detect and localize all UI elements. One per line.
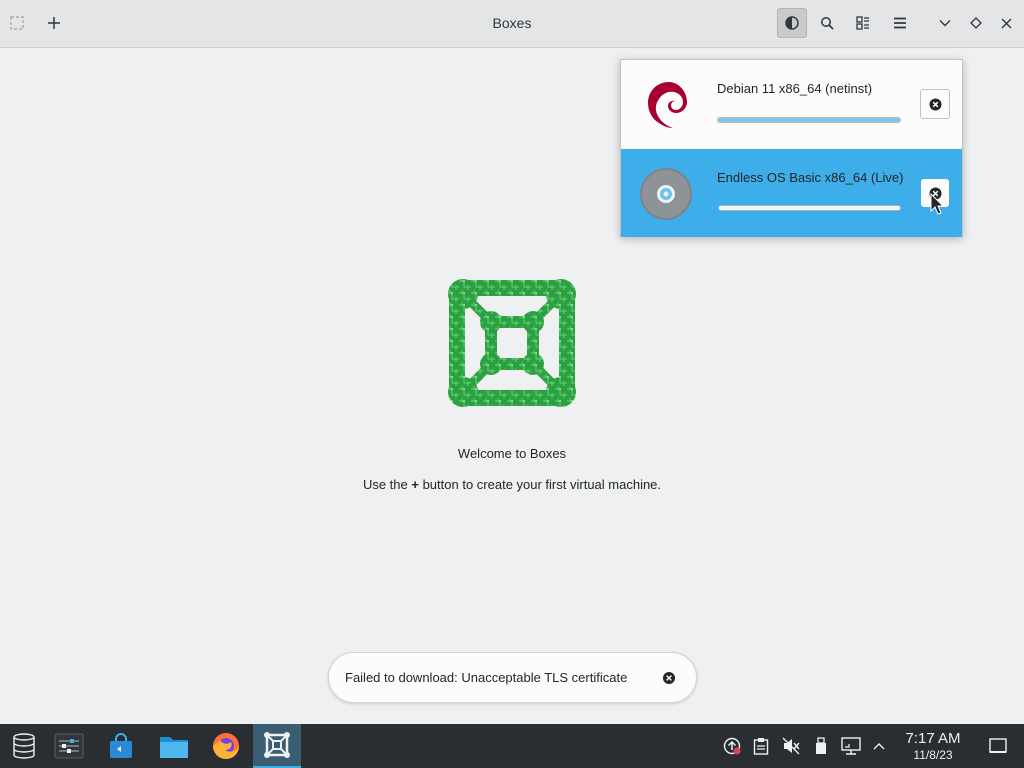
- digital-clock[interactable]: 7:17 AM 11/8/23: [894, 730, 972, 762]
- taskbar: 7:17 AM 11/8/23: [0, 724, 1024, 768]
- taskbar-boxes[interactable]: [253, 724, 301, 768]
- hint-plus-label: +: [411, 477, 419, 492]
- taskbar-file-manager[interactable]: [150, 724, 198, 768]
- main-menu-button[interactable]: [885, 8, 915, 38]
- tray-clipboard[interactable]: [751, 736, 771, 756]
- empty-state-hint: Use the + button to create your first vi…: [0, 477, 1024, 492]
- tray-volume[interactable]: [781, 736, 801, 756]
- boxes-logo-icon: [448, 279, 576, 407]
- hint-text-end: button to create your first virtual mach…: [418, 477, 662, 492]
- network-wired-icon: [841, 737, 861, 755]
- cancel-download-button[interactable]: [920, 89, 950, 119]
- view-mode-button[interactable]: [848, 8, 878, 38]
- settings-sliders-icon: [54, 733, 84, 759]
- downloads-popover: Debian 11 x86_64 (netinst) Endless OS Ba…: [620, 59, 963, 237]
- search-icon: [821, 17, 834, 30]
- select-mode-button[interactable]: [2, 8, 32, 38]
- download-progress-bar: [717, 117, 901, 123]
- download-name: Debian 11 x86_64 (netinst): [717, 81, 873, 96]
- download-progress-bar: [718, 205, 901, 211]
- error-toast: Failed to download: Unacceptable TLS cer…: [328, 652, 697, 703]
- tray-usb-devices[interactable]: [811, 736, 831, 756]
- chevron-down-icon: [939, 20, 951, 27]
- downloads-progress-icon: [785, 16, 799, 30]
- mouse-cursor-icon: [930, 193, 944, 215]
- download-item-debian[interactable]: Debian 11 x86_64 (netinst): [621, 60, 962, 148]
- download-name: Endless OS Basic x86_64 (Live): [717, 170, 904, 185]
- toast-message: Failed to download: Unacceptable TLS cer…: [345, 670, 628, 685]
- toast-close-button[interactable]: [661, 670, 677, 686]
- search-button[interactable]: [812, 8, 842, 38]
- store-bag-icon: [110, 733, 132, 758]
- clock-time: 7:17 AM: [905, 730, 961, 747]
- application-launcher[interactable]: [0, 724, 48, 768]
- boxes-icon: [264, 732, 290, 758]
- taskbar-firefox[interactable]: [202, 724, 250, 768]
- hamburger-menu-icon: [894, 17, 906, 29]
- download-item-endless[interactable]: Endless OS Basic x86_64 (Live): [621, 149, 962, 237]
- view-list-icon: [856, 16, 869, 30]
- taskbar-system-settings[interactable]: [45, 724, 93, 768]
- database-icon: [13, 733, 35, 759]
- downloads-button[interactable]: [777, 8, 807, 38]
- folder-icon: [160, 737, 188, 758]
- header-bar: Boxes: [0, 0, 1024, 48]
- hint-text-start: Use the: [362, 477, 412, 492]
- close-icon: [1001, 18, 1011, 28]
- usb-drive-icon: [816, 737, 826, 754]
- update-icon: [723, 737, 741, 755]
- add-button[interactable]: [39, 8, 69, 38]
- clipboard-icon: [753, 738, 769, 755]
- tray-expand-button[interactable]: [869, 736, 889, 756]
- clock-date: 11/8/23: [913, 748, 953, 762]
- show-desktop-icon[interactable]: [988, 736, 1008, 756]
- cancel-icon: [929, 98, 941, 110]
- tray-network[interactable]: [841, 736, 861, 756]
- diamond-icon: [970, 17, 982, 29]
- download-progress-fill: [718, 118, 900, 122]
- select-icon: [10, 16, 24, 30]
- chevron-up-icon: [873, 743, 885, 750]
- disc-icon: [640, 168, 692, 220]
- minimize-button[interactable]: [930, 8, 960, 38]
- taskbar-discover[interactable]: [97, 724, 145, 768]
- plus-icon: [48, 17, 60, 29]
- debian-logo-icon: [648, 82, 687, 128]
- close-window-button[interactable]: [991, 8, 1021, 38]
- volume-muted-icon: [782, 737, 800, 755]
- tray-updates[interactable]: [722, 736, 742, 756]
- welcome-heading: Welcome to Boxes: [457, 446, 567, 461]
- firefox-icon: [213, 733, 239, 759]
- maximize-button[interactable]: [961, 8, 991, 38]
